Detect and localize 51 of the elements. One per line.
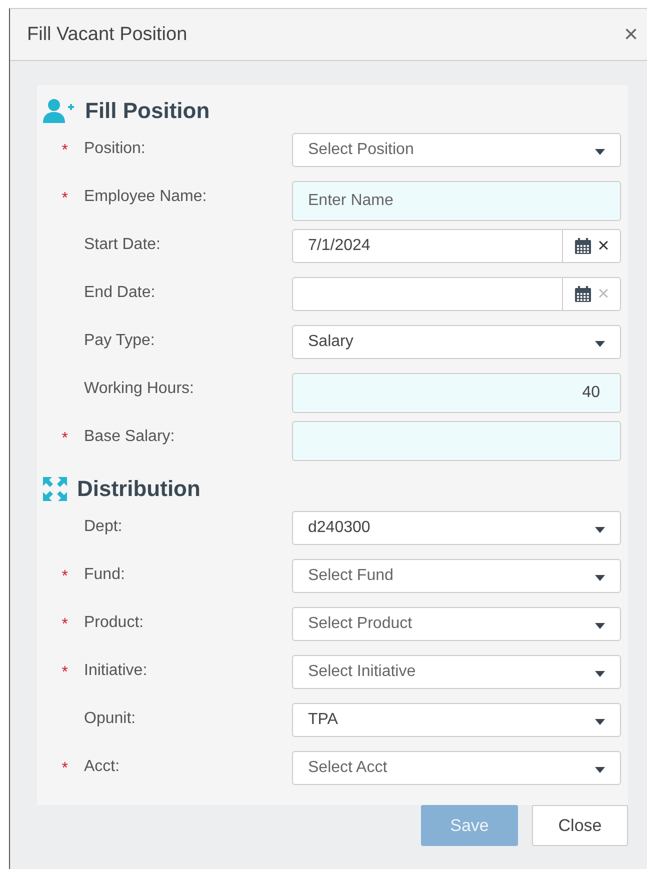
required-asterisk: *: [60, 429, 69, 448]
section-title: Distribution: [77, 476, 200, 502]
dropdown-caret-icon: [594, 670, 606, 678]
dropdown-caret-icon: [594, 766, 606, 774]
field-label: Dept:: [84, 517, 124, 536]
field-label: Initiative:: [84, 661, 148, 680]
calendar-icon[interactable]: [574, 237, 592, 255]
required-asterisk: *: [60, 141, 69, 160]
select-dropdown[interactable]: Select Fund: [292, 559, 621, 593]
required-asterisk: *: [60, 615, 69, 634]
expand-icon: [43, 477, 67, 501]
user-plus-icon: [43, 98, 75, 124]
field-label: Pay Type:: [84, 331, 156, 350]
field-label: Employee Name:: [84, 187, 208, 206]
clear-button[interactable]: ×: [598, 236, 610, 256]
close-dialog-button[interactable]: Close: [532, 805, 628, 846]
field-label: End Date:: [84, 283, 156, 302]
select-dropdown[interactable]: d240300: [292, 511, 621, 545]
field-label: Fund:: [84, 565, 126, 584]
select-dropdown[interactable]: Salary: [292, 325, 621, 359]
select-dropdown[interactable]: Select Product: [292, 607, 621, 641]
close-button[interactable]: ×: [624, 22, 638, 46]
section-title: Fill Position: [85, 98, 210, 124]
dropdown-caret-icon: [594, 574, 606, 582]
calendar-icon[interactable]: [574, 285, 592, 303]
required-asterisk: *: [60, 663, 69, 682]
field-label: Position:: [84, 139, 146, 158]
field-label: Working Hours:: [84, 379, 195, 398]
input-field[interactable]: Enter Name: [292, 181, 621, 221]
field-label: Product:: [84, 613, 145, 632]
select-dropdown[interactable]: Select Initiative: [292, 655, 621, 689]
field-label: Base Salary:: [84, 427, 176, 446]
dropdown-caret-icon: [594, 340, 606, 348]
required-asterisk: *: [60, 567, 69, 586]
required-asterisk: *: [60, 759, 69, 778]
field-label: Opunit:: [84, 709, 137, 728]
field-label: Start Date:: [84, 235, 162, 254]
select-dropdown[interactable]: TPA: [292, 703, 621, 737]
select-dropdown[interactable]: Select Acct: [292, 751, 621, 785]
field-label: Acct:: [84, 757, 121, 776]
dialog-title: Fill Vacant Position: [27, 24, 188, 46]
date-input[interactable]: 7/1/2024: [293, 237, 562, 255]
select-dropdown[interactable]: Select Position: [292, 133, 621, 167]
required-asterisk: *: [60, 189, 69, 208]
dropdown-caret-icon: [594, 718, 606, 726]
date-field[interactable]: 7/1/2024 ×: [292, 229, 621, 263]
dropdown-caret-icon: [594, 526, 606, 534]
dropdown-caret-icon: [594, 148, 606, 156]
input-field[interactable]: [292, 421, 621, 461]
dropdown-caret-icon: [594, 622, 606, 630]
input-field[interactable]: 40: [292, 373, 621, 413]
